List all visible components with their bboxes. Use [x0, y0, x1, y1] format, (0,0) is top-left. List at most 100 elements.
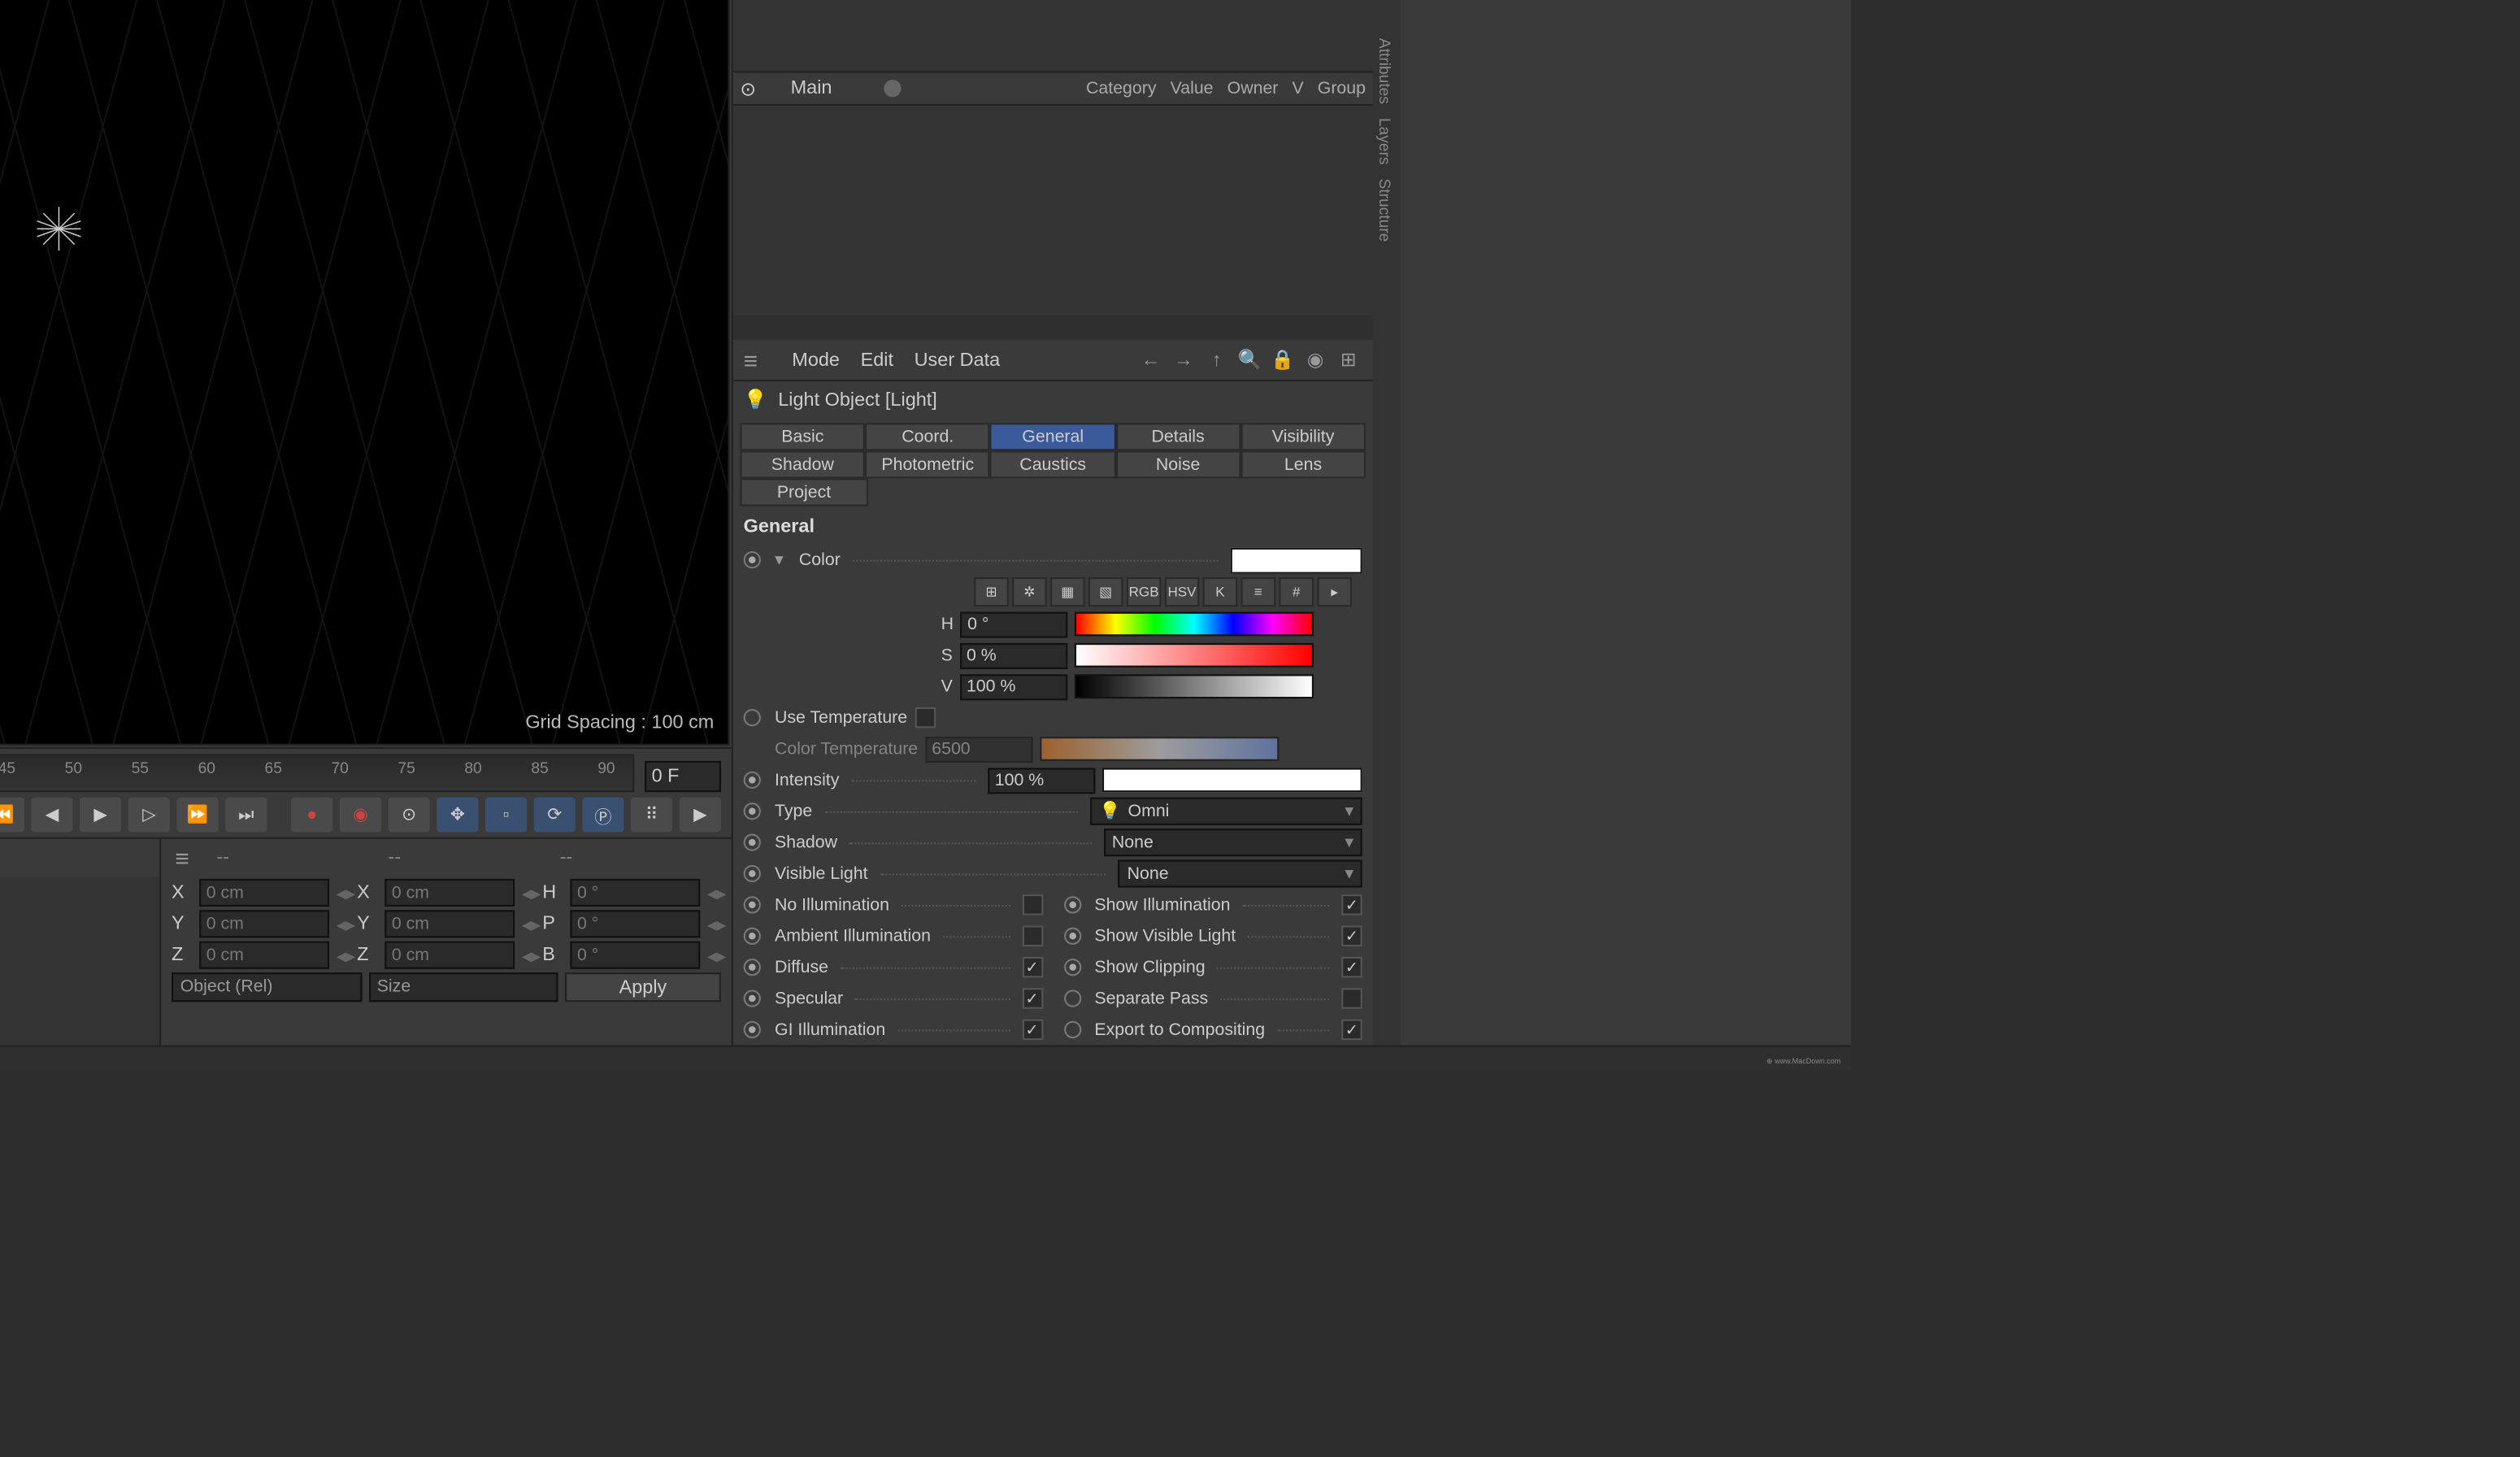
tab-coord.[interactable]: Coord.: [865, 423, 990, 450]
tab-details[interactable]: Details: [1115, 423, 1240, 450]
pos-key-button[interactable]: ✥: [437, 798, 478, 833]
attr-lock-icon[interactable]: 🔒: [1269, 346, 1297, 373]
intensity-slider[interactable]: [1102, 768, 1362, 792]
material-list[interactable]: [0, 877, 159, 1046]
material-panel: Create Edit View Select Material Texture: [0, 839, 159, 1046]
specular-checkbox[interactable]: [1022, 988, 1043, 1009]
goto-end-button[interactable]: ⏭: [225, 798, 267, 833]
color-anim-radio[interactable]: [744, 551, 761, 568]
colormode-button[interactable]: ✲: [1012, 577, 1047, 607]
intensity-radio[interactable]: [744, 772, 761, 789]
take-main-label[interactable]: Main: [791, 78, 832, 99]
rtab-layers[interactable]: Layers: [1373, 111, 1397, 172]
rot-key-button[interactable]: ⟳: [534, 798, 576, 833]
sat-slider[interactable]: [1074, 643, 1313, 668]
colormode-button[interactable]: HSV: [1165, 577, 1200, 607]
param-key-button[interactable]: Ⓟ: [582, 798, 623, 833]
rtab-attributes[interactable]: Attributes: [1373, 32, 1397, 111]
intensity-input[interactable]: 100 %: [988, 767, 1095, 793]
attr-hamburger-icon[interactable]: [744, 346, 771, 373]
type-radio[interactable]: [744, 802, 761, 820]
colormode-button[interactable]: #: [1279, 577, 1314, 607]
tab-general[interactable]: General: [990, 423, 1115, 450]
attrmenu-edit[interactable]: Edit: [861, 350, 893, 371]
colormode-button[interactable]: RGB: [1127, 577, 1162, 607]
attr-new-icon[interactable]: ⊞: [1335, 346, 1362, 373]
attr-up-icon[interactable]: ↑: [1203, 346, 1231, 373]
colormode-button[interactable]: ▧: [1088, 577, 1123, 607]
usetemp-radio[interactable]: [744, 709, 761, 726]
perspective-viewport[interactable]: Perspective Default Camera YZX Grid Spac…: [0, 0, 730, 746]
colormode-button[interactable]: ▸: [1317, 577, 1352, 607]
color-tri-icon[interactable]: ▾: [775, 550, 792, 569]
rtab-structure[interactable]: Structure: [1373, 172, 1397, 249]
anim-layer-button[interactable]: ▶: [680, 798, 721, 833]
ambient-illumination-checkbox[interactable]: [1022, 925, 1043, 946]
export-to-compositing-checkbox[interactable]: [1341, 1020, 1362, 1041]
attrmenu-userdata[interactable]: User Data: [915, 350, 1001, 371]
next-frame-button[interactable]: ▷: [128, 798, 170, 833]
vislight-radio[interactable]: [744, 865, 761, 882]
sat-input[interactable]: 0 %: [959, 642, 1067, 668]
attr-target-icon[interactable]: ◉: [1301, 346, 1329, 373]
coord-apply-button[interactable]: Apply: [565, 972, 721, 1002]
tab-visibility[interactable]: Visibility: [1240, 423, 1366, 450]
watermark: ⊕ www.MacDown.com: [1766, 1057, 1840, 1066]
attrmenu-mode[interactable]: Mode: [792, 350, 840, 371]
keysel-button[interactable]: ⊙: [389, 798, 430, 833]
attr-fwd-icon[interactable]: →: [1170, 346, 1197, 373]
show-clipping-checkbox[interactable]: [1341, 957, 1362, 978]
val-input[interactable]: 100 %: [959, 673, 1067, 699]
take-dot-icon: [884, 80, 901, 97]
scroll-1[interactable]: [733, 315, 1373, 340]
prev-key-button[interactable]: ⏪: [0, 798, 24, 833]
tab-shadow[interactable]: Shadow: [740, 450, 865, 478]
autokey-button[interactable]: ◉: [340, 798, 381, 833]
objtree-target-icon[interactable]: ⊙: [740, 77, 756, 100]
hue-input[interactable]: 0 °: [961, 611, 1068, 637]
tab-caustics[interactable]: Caustics: [990, 450, 1115, 478]
color-swatch[interactable]: [1231, 547, 1362, 573]
col-category: Category: [1086, 79, 1157, 98]
coord-hamburger-icon[interactable]: [175, 844, 202, 872]
pla-key-button[interactable]: ⠿: [631, 798, 672, 833]
colormode-button[interactable]: K: [1203, 577, 1238, 607]
attr-back-icon[interactable]: ←: [1137, 346, 1165, 373]
no-illumination-checkbox[interactable]: [1022, 894, 1043, 916]
vislight-select[interactable]: None: [1119, 859, 1362, 887]
separate-pass-checkbox[interactable]: [1341, 988, 1362, 1009]
colormode-button[interactable]: ▦: [1050, 577, 1085, 607]
tab-lens[interactable]: Lens: [1240, 450, 1366, 478]
type-select[interactable]: 💡 Omni: [1091, 798, 1362, 825]
attr-search-icon[interactable]: 🔍: [1236, 346, 1263, 373]
gi-illumination-checkbox[interactable]: [1022, 1020, 1043, 1041]
show-visible-light-checkbox[interactable]: [1341, 925, 1362, 946]
light-gizmo[interactable]: [28, 197, 90, 259]
coord-size-select[interactable]: Size: [368, 972, 558, 1002]
tab-photometric[interactable]: Photometric: [865, 450, 990, 478]
scale-key-button[interactable]: ▫: [485, 798, 527, 833]
colortemp-input[interactable]: 6500: [925, 736, 1032, 762]
val-slider[interactable]: [1074, 674, 1313, 698]
play-button[interactable]: ▶: [80, 798, 121, 833]
takes-body[interactable]: [733, 106, 1373, 315]
colortemp-label: Color Temperature: [775, 739, 918, 758]
diffuse-checkbox[interactable]: [1022, 957, 1043, 978]
record-button[interactable]: ●: [291, 798, 332, 833]
usetemp-checkbox[interactable]: [915, 707, 936, 728]
tab-basic[interactable]: Basic: [740, 423, 865, 450]
shadow-select[interactable]: None: [1103, 829, 1362, 856]
colormode-button[interactable]: ⊞: [974, 577, 1009, 607]
timeline-ruler[interactable]: 051015202530354045505560657075808590 0 F: [0, 747, 732, 792]
hue-slider[interactable]: [1075, 612, 1314, 637]
colortemp-slider[interactable]: [1039, 737, 1278, 761]
show-illumination-checkbox[interactable]: [1341, 894, 1362, 916]
prev-frame-button[interactable]: ◀: [31, 798, 72, 833]
coord-mode-select[interactable]: Object (Rel): [172, 972, 361, 1002]
object-tree[interactable]: [733, 0, 1373, 71]
tab-project[interactable]: Project: [740, 478, 867, 506]
tab-noise[interactable]: Noise: [1115, 450, 1240, 478]
colormode-button[interactable]: ≡: [1240, 577, 1275, 607]
shadow-radio[interactable]: [744, 833, 761, 850]
next-key-button[interactable]: ⏩: [176, 798, 218, 833]
